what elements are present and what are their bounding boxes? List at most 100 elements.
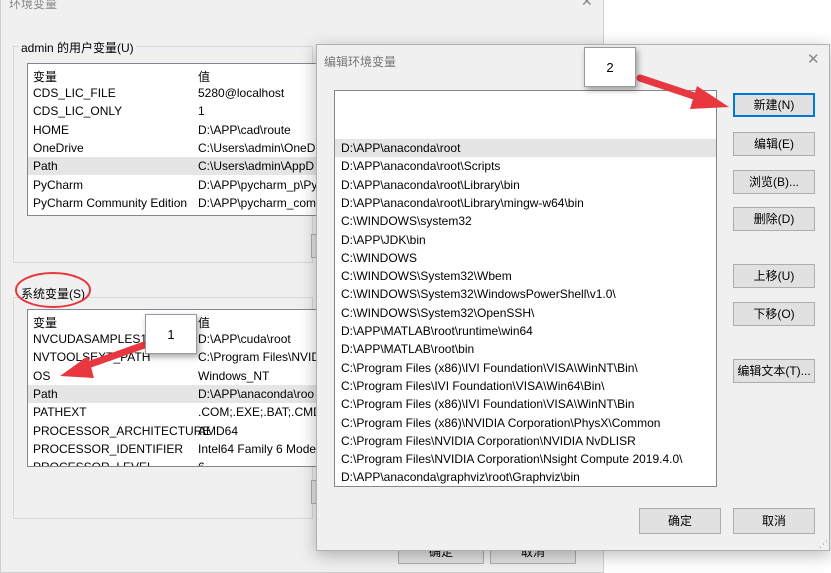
variable-value-cell: D:\APP\cad\route bbox=[198, 214, 291, 215]
variable-name-cell: PyCharm bbox=[33, 177, 84, 192]
table-row[interactable]: PyCharm Community Edition D:\APP\pycharm_… bbox=[28, 194, 316, 212]
table-row[interactable]: PROCESSOR_LEVEL 6 bbox=[28, 458, 316, 466]
variable-value-cell: C:\Users\admin\AppD bbox=[198, 159, 315, 174]
variable-name-cell: PROCESSOR_ARCHITECTURE bbox=[33, 423, 211, 438]
list-item[interactable]: D:\APP\anaconda\root bbox=[335, 139, 716, 157]
edit-text-button[interactable]: 编辑文本(T)... bbox=[733, 359, 815, 383]
variable-name-cell: Siemens_EDA_DIR bbox=[33, 214, 138, 215]
list-item[interactable]: D:\APP\MATLAB\root\runtime\win64 bbox=[335, 322, 716, 340]
table-row[interactable]: OS Windows_NT bbox=[28, 367, 316, 385]
user-vars-list[interactable]: 变量 值 CDS_LIC_FILE 5280@localhost CDS_LIC_O… bbox=[27, 63, 317, 216]
path-entry-text: D:\APP\JDK\bin bbox=[341, 232, 426, 247]
variable-value-cell: C:\Program Files\NVID bbox=[198, 350, 317, 365]
list-item[interactable]: D:\APP\anaconda\root\Scripts bbox=[335, 157, 716, 175]
list-item[interactable]: C:\Program Files\NVIDIA Corporation\Nsig… bbox=[335, 450, 716, 468]
variable-name-cell: NVCUDASAMPLES10 bbox=[33, 332, 154, 346]
list-item[interactable]: C:\WINDOWS\system32 bbox=[335, 212, 716, 230]
table-row[interactable]: PyCharm D:\APP\pycharm_p\Py bbox=[28, 176, 316, 194]
path-entry-text: C:\Program Files (x86)\IVI Foundation\VI… bbox=[341, 397, 635, 412]
cancel-button[interactable]: 取消 bbox=[733, 508, 815, 534]
variable-value-cell: Intel64 Family 6 Mode bbox=[198, 441, 317, 456]
table-row[interactable]: OneDrive C:\Users\admin\OneD bbox=[28, 139, 316, 157]
list-item[interactable]: C:\WINDOWS\System32\WindowsPowerShell\v1… bbox=[335, 285, 716, 303]
path-entry-text: D:\APP\anaconda\root\Scripts bbox=[341, 159, 501, 174]
variable-name-cell: PyCharm Community Edition bbox=[33, 195, 188, 210]
col-variable-header: 变量 bbox=[33, 70, 58, 84]
variable-value-cell: 6 bbox=[198, 460, 205, 466]
browse-button[interactable]: 浏览(B)... bbox=[733, 170, 815, 194]
list-item[interactable]: D:\APP\MATLAB\root\bin bbox=[335, 340, 716, 358]
path-entry-text: D:\APP\MATLAB\root\bin bbox=[341, 342, 475, 357]
edit-button[interactable]: 编辑(E) bbox=[733, 132, 815, 156]
variable-name-cell: PROCESSOR_IDENTIFIER bbox=[33, 441, 184, 456]
table-row[interactable]: CDS_LIC_FILE 5280@localhost bbox=[28, 84, 316, 102]
table-row[interactable]: PROCESSOR_IDENTIFIER Intel64 Family 6 Mod… bbox=[28, 440, 316, 458]
table-row[interactable]: PROCESSOR_ARCHITECTURE AMD64 bbox=[28, 422, 316, 440]
close-icon[interactable]: ✕ bbox=[807, 50, 820, 68]
move-up-button[interactable]: 上移(U) bbox=[733, 264, 815, 288]
table-row[interactable]: CDS_LIC_ONLY 1 bbox=[28, 102, 316, 120]
path-entry-text: D:\APP\anaconda\root bbox=[341, 141, 461, 155]
variable-value-cell: 5280@localhost bbox=[198, 86, 285, 100]
path-entry-text: D:\APP\anaconda\root\Library\bin bbox=[341, 177, 520, 192]
path-entry-text: D:\APP\anaconda\root\Library\mingw-w64\b… bbox=[341, 195, 584, 210]
list-item[interactable]: D:\APP\anaconda\root\Library\mingw-w64\b… bbox=[335, 194, 716, 212]
list-item[interactable]: C:\Program Files\IVI Foundation\VISA\Win… bbox=[335, 377, 716, 395]
resize-grip-icon[interactable]: ⋰ bbox=[819, 539, 828, 550]
table-row[interactable]: HOME D:\APP\cad\route bbox=[28, 121, 316, 139]
list-item[interactable]: C:\Program Files\NVIDIA Corporation\NVID… bbox=[335, 432, 716, 450]
path-entry-text: C:\WINDOWS\System32\Wbem bbox=[341, 269, 512, 284]
variable-value-cell: C:\Users\admin\OneD bbox=[198, 140, 316, 155]
path-entries-list[interactable]: D:\APP\anaconda\root D:\APP\anaconda\root… bbox=[334, 90, 717, 487]
variable-name-cell: Path bbox=[33, 386, 58, 401]
list-item[interactable]: D:\APP\anaconda\root\Library\bin bbox=[335, 176, 716, 194]
env-dialog-title: 环境变量 bbox=[9, 0, 58, 11]
callout-2: 2 bbox=[584, 47, 636, 87]
list-item[interactable]: C:\Program Files (x86)\IVI Foundation\VI… bbox=[335, 395, 716, 413]
col-variable-header: 变量 bbox=[33, 316, 58, 330]
list-item[interactable]: C:\Program Files (x86)\IVI Foundation\VI… bbox=[335, 359, 716, 377]
move-down-button[interactable]: 下移(O) bbox=[733, 302, 815, 326]
system-vars-group-label: 系统变量(S) bbox=[19, 285, 87, 302]
table-row[interactable]: Path C:\Users\admin\AppD bbox=[28, 157, 316, 176]
variable-name-cell: OS bbox=[33, 368, 51, 383]
delete-button[interactable]: 删除(D) bbox=[733, 207, 815, 231]
variable-name-cell: CDS_LIC_FILE bbox=[33, 86, 116, 100]
env-dialog-close-icon[interactable]: ✕ bbox=[581, 0, 593, 10]
edit-environment-variable-dialog: 编辑环境变量 ✕ D:\APP\anaconda\root D:\APP\anac… bbox=[316, 44, 830, 551]
variable-value-cell: 1 bbox=[198, 104, 205, 119]
variable-name-cell: PATHEXT bbox=[33, 405, 87, 420]
path-entry-text: C:\Program Files\IVI Foundation\VISA\Win… bbox=[341, 378, 605, 393]
path-entry-text: C:\Program Files\NVIDIA Corporation\NVID… bbox=[341, 433, 636, 448]
variable-name-cell: CDS_LIC_ONLY bbox=[33, 104, 123, 119]
variable-value-cell: D:\APP\anaconda\roo bbox=[198, 386, 315, 401]
table-row[interactable]: PATHEXT .COM;.EXE;.BAT;.CMD bbox=[28, 403, 316, 421]
col-value-header: 值 bbox=[198, 316, 211, 330]
variable-value-cell: D:\APP\pycharm_com bbox=[198, 195, 317, 210]
new-button[interactable]: 新建(N) bbox=[733, 93, 815, 117]
path-entry-text: D:\APP\MATLAB\root\runtime\win64 bbox=[341, 324, 533, 338]
callout-1: 1 bbox=[145, 314, 197, 354]
list-item[interactable]: D:\APP\JDK\bin bbox=[335, 231, 716, 249]
list-item[interactable]: C:\WINDOWS bbox=[335, 249, 716, 267]
path-entry-text: C:\WINDOWS bbox=[341, 250, 417, 265]
list-item[interactable]: C:\WINDOWS\System32\OpenSSH\ bbox=[335, 304, 716, 322]
path-entry-text: D:\APP\anaconda\graphviz\root\Graphviz\b… bbox=[341, 470, 580, 485]
variable-value-cell: AMD64 bbox=[198, 423, 239, 438]
edit-dialog-title: 编辑环境变量 bbox=[324, 55, 397, 69]
list-item[interactable]: D:\APP\anaconda\graphviz\root\Graphviz\b… bbox=[335, 468, 716, 486]
variable-value-cell: D:\APP\cad\route bbox=[198, 122, 291, 137]
variable-name-cell: Path bbox=[33, 159, 58, 174]
variable-value-cell: D:\APP\cuda\root bbox=[198, 332, 291, 346]
variable-value-cell: D:\APP\pycharm_p\Py bbox=[198, 177, 317, 192]
table-row[interactable]: Siemens_EDA_DIR D:\APP\cad\route bbox=[28, 212, 316, 215]
variable-value-cell: Windows_NT bbox=[198, 368, 270, 383]
path-entry-text: C:\Program Files\NVIDIA Corporation\Nsig… bbox=[341, 452, 683, 467]
user-vars-header: 变量 值 bbox=[28, 66, 316, 84]
path-entry-text: C:\WINDOWS\System32\WindowsPowerShell\v1… bbox=[341, 287, 616, 302]
list-item[interactable]: C:\Program Files (x86)\NVIDIA Corporatio… bbox=[335, 414, 716, 432]
table-row[interactable]: Path D:\APP\anaconda\roo bbox=[28, 384, 316, 403]
ok-button[interactable]: 确定 bbox=[639, 508, 721, 534]
list-item[interactable]: C:\WINDOWS\System32\Wbem bbox=[335, 267, 716, 285]
variable-name-cell: HOME bbox=[33, 122, 69, 137]
